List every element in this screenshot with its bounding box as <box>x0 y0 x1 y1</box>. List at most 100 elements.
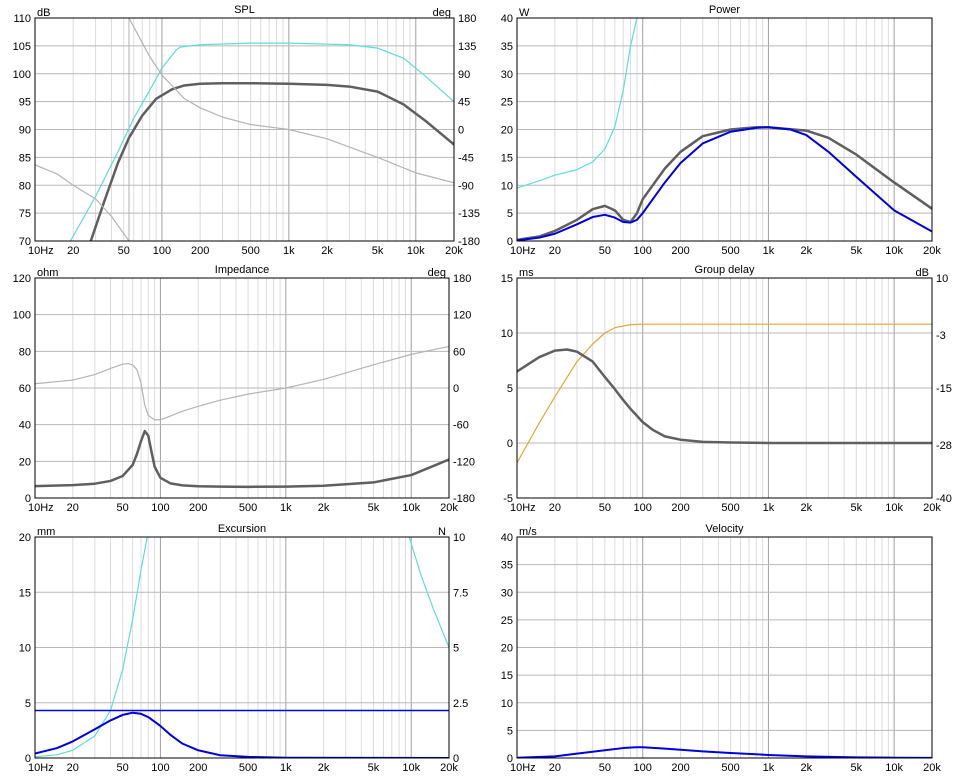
x-tick-label: 2k <box>800 245 812 257</box>
x-tick-label: 200 <box>189 762 207 774</box>
chart-title: Power <box>709 4 741 16</box>
y-tick-label: 120 <box>13 273 31 285</box>
x-tick-label: 5k <box>372 245 384 257</box>
left-unit-label: W <box>519 7 530 19</box>
x-tick-label: 100 <box>151 502 169 514</box>
x-tick-label: 500 <box>721 762 739 774</box>
x-tick-label: 10Hz <box>510 245 536 257</box>
y-tick-label: 30 <box>501 69 513 81</box>
x-tick-label: 20 <box>67 502 79 514</box>
x-tick-label: 20 <box>67 762 79 774</box>
x-tick-label: 50 <box>117 502 129 514</box>
x-tick-label: 100 <box>153 245 171 257</box>
x-tick-label: 1k <box>763 502 775 514</box>
y-tick-label: 15 <box>19 587 31 599</box>
x-tick-label: 1k <box>763 245 775 257</box>
right-unit-label: dB <box>916 267 929 279</box>
y-tick-label: 5 <box>507 383 513 395</box>
y-tick-label: 15 <box>501 152 513 164</box>
x-tick-label: 20k <box>923 502 941 514</box>
x-tick-label: 5k <box>850 762 862 774</box>
x-tick-label: 20k <box>440 502 458 514</box>
y-tick-label: 60 <box>19 383 31 395</box>
x-tick-label: 500 <box>239 502 257 514</box>
left-unit-label: dB <box>37 7 50 19</box>
y-tick-label: 90 <box>19 125 31 137</box>
x-tick-label: 2k <box>318 762 330 774</box>
x-tick-label: 100 <box>634 762 652 774</box>
y-tick-label: 15 <box>501 670 513 682</box>
x-tick-label: 5k <box>850 245 862 257</box>
x-tick-label: 10k <box>407 245 425 257</box>
x-tick-label: 200 <box>191 245 209 257</box>
y-tick-label: 20 <box>19 532 31 544</box>
left-unit-label: mm <box>37 526 55 538</box>
y2-tick-label: 90 <box>458 69 470 81</box>
y-tick-label: 20 <box>19 456 31 468</box>
y-tick-label: 75 <box>19 208 31 220</box>
y2-tick-label: 120 <box>453 310 471 322</box>
y-tick-label: 100 <box>13 310 31 322</box>
x-tick-label: 50 <box>599 502 611 514</box>
x-tick-label: 1k <box>280 502 292 514</box>
y2-tick-label: 135 <box>458 41 476 53</box>
y-tick-label: 85 <box>19 152 31 164</box>
y2-tick-label: 5 <box>453 643 459 655</box>
y2-tick-label: -120 <box>453 456 475 468</box>
y2-tick-label: 0 <box>458 125 464 137</box>
y2-tick-label: 2.5 <box>453 698 468 710</box>
x-tick-label: 20k <box>923 245 941 257</box>
y-tick-label: 25 <box>501 615 513 627</box>
x-tick-label: 200 <box>671 245 689 257</box>
x-tick-label: 200 <box>189 502 207 514</box>
x-tick-label: 50 <box>117 762 129 774</box>
x-tick-label: 100 <box>151 762 169 774</box>
x-tick-label: 1k <box>763 762 775 774</box>
y-tick-label: 95 <box>19 97 31 109</box>
y2-tick-label: 45 <box>458 97 470 109</box>
chart-panel-excursion: 0510152002.557.51010Hz 20 50 100 200 500 1k 2k 5… <box>19 523 469 774</box>
y2-tick-label: -60 <box>453 420 469 432</box>
y-tick-label: 5 <box>507 725 513 737</box>
y2-tick-label: 10 <box>936 273 948 285</box>
x-tick-label: 10Hz <box>510 502 536 514</box>
x-tick-label: 2k <box>318 502 330 514</box>
chart-title: Group delay <box>695 264 755 276</box>
left-unit-label: ms <box>519 267 534 279</box>
left-unit-label: ohm <box>37 267 58 279</box>
y2-tick-label: 7.5 <box>453 587 468 599</box>
x-tick-label: 50 <box>118 245 130 257</box>
x-tick-label: 1k <box>283 245 295 257</box>
speaker-simulation-charts: 70 75 80 85 90 95 100 105 110 -180 -135 -90 -45 0 45 90… <box>0 0 966 784</box>
x-tick-label: 10k <box>402 502 420 514</box>
x-tick-label: 5k <box>368 502 380 514</box>
y-tick-label: 10 <box>501 698 513 710</box>
y-tick-label: 0 <box>507 438 513 450</box>
x-tick-label: 10k <box>885 245 903 257</box>
x-tick-label: 20 <box>549 245 561 257</box>
x-tick-label: 50 <box>599 762 611 774</box>
y-tick-label: 20 <box>501 125 513 137</box>
x-tick-label: 20 <box>549 762 561 774</box>
y-tick-label: 10 <box>19 643 31 655</box>
y-tick-label: 35 <box>501 41 513 53</box>
x-tick-label: 500 <box>239 762 257 774</box>
x-tick-label: 20 <box>67 245 79 257</box>
x-tick-label: 10Hz <box>28 502 54 514</box>
y-tick-label: 105 <box>13 41 31 53</box>
y-tick-label: 10 <box>501 180 513 192</box>
x-tick-label: 20 <box>549 502 561 514</box>
y-tick-label: 15 <box>501 273 513 285</box>
y2-tick-label: -90 <box>458 180 474 192</box>
chart-panel-power: 051015202530354010Hz 20 50 100 200 500 1k 2k 5k 1… <box>501 4 942 257</box>
x-tick-label: 100 <box>634 502 652 514</box>
y2-tick-label: 180 <box>453 273 471 285</box>
y-tick-label: 20 <box>501 643 513 655</box>
y2-tick-label: 180 <box>458 13 476 25</box>
chart-title: Impedance <box>215 264 269 276</box>
x-tick-label: 200 <box>671 762 689 774</box>
y-tick-label: 25 <box>501 97 513 109</box>
chart-title: Excursion <box>218 523 266 535</box>
y-tick-label: 40 <box>501 13 513 25</box>
y-tick-label: 40 <box>19 420 31 432</box>
